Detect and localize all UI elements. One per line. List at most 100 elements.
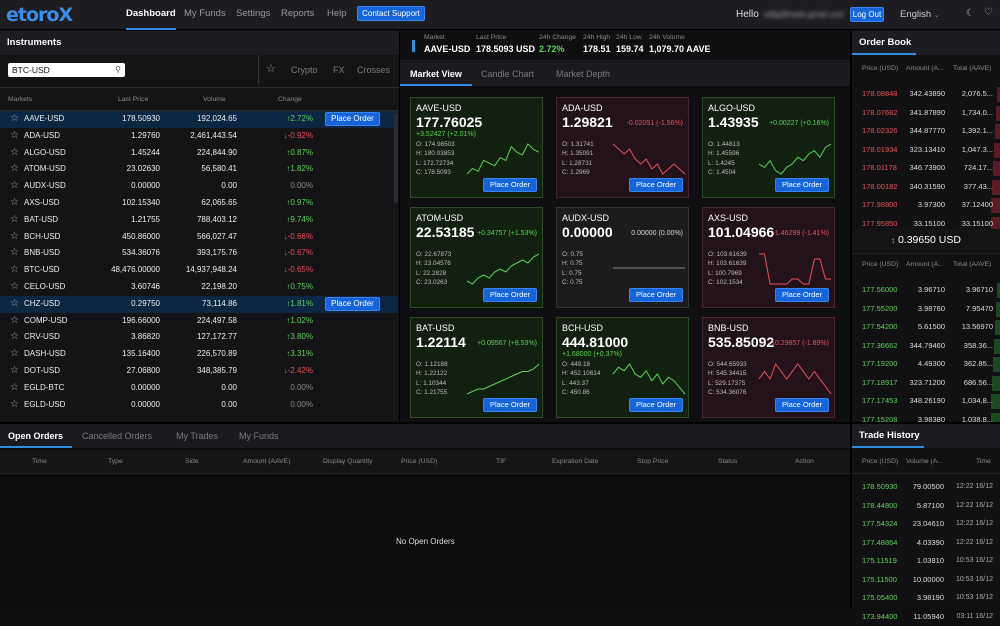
orders-col-type[interactable]: Type <box>108 458 123 465</box>
favorite-star-icon[interactable]: ☆ <box>10 329 19 346</box>
instrument-row[interactable]: ☆ AUDX-USD 0.00000 0.00 0.00% <box>0 178 398 195</box>
card-place-order-button[interactable]: Place Order <box>629 398 683 412</box>
bid-row[interactable]: 177.17453 348.26190 1,034.8... <box>852 392 1000 411</box>
card-place-order-button[interactable]: Place Order <box>629 178 683 192</box>
filter-crosses[interactable]: Crosses <box>357 65 390 75</box>
nav-reports[interactable]: Reports <box>281 0 314 30</box>
bid-row[interactable]: 177.54200 5.61500 13.56970 <box>852 318 1000 337</box>
favorite-star-icon[interactable]: ☆ <box>10 245 19 262</box>
ask-row[interactable]: 177.98800 3.97300 37.12400 <box>852 196 1000 215</box>
filter-crypto[interactable]: Crypto <box>291 65 318 75</box>
nav-dashboard[interactable]: Dashboard <box>126 0 176 30</box>
bid-row[interactable]: 177.18917 323.71200 686.56... <box>852 374 1000 393</box>
col-change[interactable]: Change <box>278 96 302 103</box>
favorite-star-icon[interactable]: ☆ <box>10 128 19 145</box>
contact-support-button[interactable]: Contact Support <box>357 6 425 21</box>
ask-row[interactable]: 178.08848 342.43890 2,076.5... <box>852 85 1000 104</box>
market-card[interactable]: AAVE-USD 177.76025 +3.52427 (+2.01%) O: 174… <box>410 97 543 198</box>
instrument-search-input[interactable]: BTC-USD ⚲ <box>8 63 125 77</box>
favorite-star-icon[interactable]: ☆ <box>10 229 19 246</box>
orders-col-amount[interactable]: Amount (AAVE) <box>243 458 290 465</box>
tab-my-trades[interactable]: My Trades <box>176 431 218 441</box>
instrument-row[interactable]: ☆ AAVE-USD 178.50930 192,024.65 ↑2.72% Place … <box>0 111 398 128</box>
favorite-star-icon[interactable]: ☆ <box>10 296 19 313</box>
ask-row[interactable]: 178.01178 346.73900 724.17... <box>852 159 1000 178</box>
instrument-row[interactable]: ☆ BTC-USD 48,476.00000 14,937,948.24 ↓-0.65% <box>0 262 398 279</box>
nav-my-funds[interactable]: My Funds <box>184 0 226 30</box>
instruments-scrollbar[interactable] <box>394 113 398 203</box>
etorox-logo[interactable]: etoroX <box>6 4 73 26</box>
instrument-row[interactable]: ☆ COMP-USD 196.66000 224,497.58 ↑1.02% <box>0 313 398 330</box>
tab-market-depth[interactable]: Market Depth <box>556 69 610 79</box>
favorite-star-icon[interactable]: ☆ <box>10 212 19 229</box>
favorite-star-icon[interactable]: ☆ <box>10 195 19 212</box>
market-card[interactable]: ATOM-USD 22.53185 +0.34757 (+1.53%) O: 22.6… <box>410 207 543 308</box>
instrument-row[interactable]: ☆ BAT-USD 1.21755 788,403.12 ↑9.74% <box>0 212 398 229</box>
favorite-star-icon[interactable]: ☆ <box>10 279 19 296</box>
market-card[interactable]: AXS-USD 101.04966 -1.46299 (-1.41%) O: 103.… <box>702 207 835 308</box>
card-place-order-button[interactable]: Place Order <box>629 288 683 302</box>
tab-my-funds[interactable]: My Funds <box>239 431 279 441</box>
tab-cancelled-orders[interactable]: Cancelled Orders <box>82 431 152 441</box>
card-place-order-button[interactable]: Place Order <box>483 398 537 412</box>
ask-row[interactable]: 178.00182 340.31590 377.43... <box>852 178 1000 197</box>
place-order-button[interactable]: Place Order <box>325 112 380 126</box>
favorite-star-icon[interactable]: ☆ <box>10 262 19 279</box>
favorite-star-icon[interactable]: ☆ <box>10 161 19 178</box>
card-place-order-button[interactable]: Place Order <box>775 398 829 412</box>
card-place-order-button[interactable]: Place Order <box>775 288 829 302</box>
tab-candle-chart[interactable]: Candle Chart <box>481 69 534 79</box>
notification-bell-icon[interactable]: ♡ <box>984 7 993 18</box>
orders-col-time[interactable]: Time <box>32 458 47 465</box>
bid-row[interactable]: 177.36662 344.79460 358.36... <box>852 337 1000 356</box>
col-markets[interactable]: Markets <box>8 96 32 103</box>
col-last-price[interactable]: Last Price <box>118 96 148 103</box>
ask-row[interactable]: 178.07682 341.87890 1,734.0... <box>852 104 1000 123</box>
instrument-row[interactable]: ☆ BNB-USD 534.36076 393,175.76 ↓-0.67% <box>0 245 398 262</box>
place-order-button[interactable]: Place Order <box>325 296 380 311</box>
card-place-order-button[interactable]: Place Order <box>775 178 829 192</box>
language-select[interactable]: English ⌄ <box>900 9 940 20</box>
bid-row[interactable]: 177.55200 3.98760 7.95470 <box>852 300 1000 319</box>
instrument-row[interactable]: ☆ DASH-USD 135.16400 226,570.89 ↑3.31% <box>0 346 398 363</box>
favorite-star-icon[interactable]: ☆ <box>10 313 19 330</box>
orders-col-price[interactable]: Price (USD) <box>401 458 437 465</box>
nav-help[interactable]: Help <box>327 0 347 30</box>
ask-row[interactable]: 178.02326 344.87770 1,392.1... <box>852 122 1000 141</box>
col-volume[interactable]: Volume <box>203 96 226 103</box>
instrument-row[interactable]: ☆ CHZ-USD 0.29750 73,114.86 ↑1.81% Place Orde… <box>0 295 398 313</box>
market-card[interactable]: ALGO-USD 1.43935 +0.00227 (+0.16%) O: 1.448… <box>702 97 835 198</box>
instrument-row[interactable]: ☆ ADA-USD 1.29760 2,461,443.54 ↓-0.92% <box>0 128 398 145</box>
tab-open-orders[interactable]: Open Orders <box>8 431 63 441</box>
bid-row[interactable]: 177.19200 4.49300 362.85... <box>852 355 1000 374</box>
market-card[interactable]: BAT-USD 1.22114 +0.09567 (+8.53%) O: 1.1218… <box>410 317 543 418</box>
instrument-row[interactable]: ☆ AXS-USD 102.15340 62,065.65 ↑0.97% <box>0 195 398 212</box>
market-card[interactable]: BNB-USD 535.85092 -10.29857 (-1.89%) O: 544… <box>702 317 835 418</box>
card-place-order-button[interactable]: Place Order <box>483 178 537 192</box>
nav-settings[interactable]: Settings <box>236 0 270 30</box>
dark-mode-icon[interactable]: ☾ <box>966 8 975 19</box>
favorite-star-icon[interactable]: ☆ <box>10 346 19 363</box>
instrument-row[interactable]: ☆ BCH-USD 450.86000 566,027.47 ↓-0.66% <box>0 229 398 246</box>
market-card[interactable]: ADA-USD 1.29821 -0.02051 (-1.56%) O: 1.3174… <box>556 97 689 198</box>
favorite-star-icon[interactable]: ☆ <box>10 178 19 195</box>
market-card[interactable]: BCH-USD 444.81000 +1.68000 (+0.37%) O: 449.… <box>556 317 689 418</box>
favorites-star-icon[interactable]: ☆ <box>266 62 276 75</box>
instrument-row[interactable]: ☆ CRV-USD 3.86820 127,172.77 ↑3.80% <box>0 329 398 346</box>
favorite-star-icon[interactable]: ☆ <box>10 145 19 162</box>
market-card[interactable]: AUDX-USD 0.00000 0.00000 (0.00%) O: 0.75 H: … <box>556 207 689 308</box>
favorite-star-icon[interactable]: ☆ <box>10 397 19 414</box>
tab-market-view[interactable]: Market View <box>410 69 462 79</box>
instrument-row[interactable]: ☆ DOT-USD 27.06800 348,385.79 ↓-2.42% <box>0 363 398 380</box>
ask-row[interactable]: 178.01934 323.13410 1,047.3... <box>852 141 1000 160</box>
instrument-row[interactable]: ☆ EGLD-USD 0.00000 0.00 0.00% <box>0 397 398 414</box>
instrument-row[interactable]: ☆ CELO-USD 3.60746 22,198.20 ↑0.75% <box>0 279 398 296</box>
filter-fx[interactable]: FX <box>333 65 345 75</box>
favorite-star-icon[interactable]: ☆ <box>10 363 19 380</box>
bid-row[interactable]: 177.56000 3.96710 3.96710 <box>852 281 1000 300</box>
logout-button[interactable]: Log Out <box>850 7 884 22</box>
favorite-star-icon[interactable]: ☆ <box>10 111 19 128</box>
instrument-row[interactable]: ☆ ALGO-USD 1.45244 224,844.90 ↑0.87% <box>0 145 398 162</box>
orders-col-side[interactable]: Side <box>185 458 199 465</box>
instrument-row[interactable]: ☆ ATOM-USD 23.02630 56,580.41 ↑1.82% <box>0 161 398 178</box>
